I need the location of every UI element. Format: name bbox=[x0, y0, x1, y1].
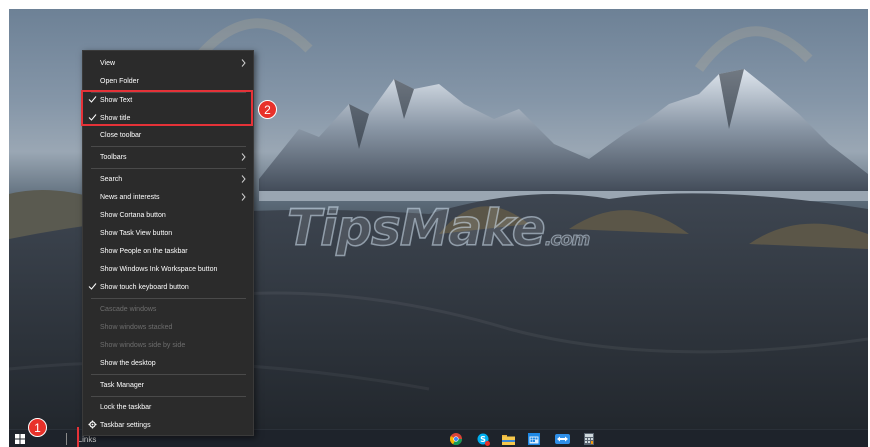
menu-item-show-cortana-button[interactable]: Show Cortana button bbox=[83, 206, 253, 224]
menu-item-search[interactable]: Search bbox=[83, 170, 253, 188]
watermark-logo: TipsMake.com bbox=[286, 198, 591, 258]
menu-item-lock-the-taskbar[interactable]: Lock the taskbar bbox=[83, 398, 253, 416]
menu-item-show-the-desktop[interactable]: Show the desktop bbox=[83, 354, 253, 372]
watermark-text: TipsMake bbox=[286, 198, 546, 258]
menu-separator bbox=[91, 396, 246, 397]
teamviewer-icon bbox=[554, 434, 570, 444]
menu-item-label: View bbox=[100, 59, 116, 67]
menu-item-label: Show windows side by side bbox=[100, 341, 186, 349]
menu-item-show-windows-ink[interactable]: Show Windows Ink Workspace button bbox=[83, 260, 253, 278]
gear-icon bbox=[88, 420, 97, 429]
start-button[interactable] bbox=[9, 430, 31, 447]
calendar-icon bbox=[528, 433, 540, 445]
calculator-icon bbox=[584, 433, 594, 445]
menu-item-show-task-view-button[interactable]: Show Task View button bbox=[83, 224, 253, 242]
menu-item-label: Taskbar settings bbox=[100, 421, 151, 429]
menu-item-show-touch-keyboard[interactable]: Show touch keyboard button bbox=[83, 278, 253, 296]
menu-item-news-and-interests[interactable]: News and interests bbox=[83, 188, 253, 206]
menu-item-label: Lock the taskbar bbox=[100, 403, 152, 411]
taskbar-app-calculator[interactable] bbox=[580, 430, 598, 447]
menu-item-label: Show Windows Ink Workspace button bbox=[100, 265, 218, 273]
taskbar-app-calendar[interactable] bbox=[525, 430, 543, 447]
file-explorer-icon bbox=[501, 434, 515, 445]
highlight-box-menu-items bbox=[81, 90, 253, 126]
menu-item-show-windows-stacked: Show windows stacked bbox=[83, 318, 253, 336]
menu-item-label: Show Cortana button bbox=[100, 211, 166, 219]
skype-icon: S bbox=[477, 433, 490, 446]
menu-item-label: Close toolbar bbox=[100, 131, 142, 139]
menu-item-open-folder[interactable]: Open Folder bbox=[83, 72, 253, 90]
menu-separator bbox=[91, 374, 246, 375]
taskbar-app-skype[interactable]: S bbox=[474, 430, 492, 447]
menu-item-taskbar-settings[interactable]: Taskbar settings bbox=[83, 416, 253, 434]
menu-item-label: Show Task View button bbox=[100, 229, 173, 237]
menu-item-label: Show touch keyboard button bbox=[100, 283, 189, 291]
chrome-icon bbox=[450, 433, 462, 445]
menu-item-label: Show windows stacked bbox=[100, 323, 173, 331]
step-badge-1: 1 bbox=[28, 418, 47, 437]
taskbar-app-teamviewer[interactable] bbox=[552, 430, 572, 447]
taskbar-app-file-explorer[interactable] bbox=[499, 430, 517, 447]
menu-item-label: Show the desktop bbox=[100, 359, 156, 367]
chevron-right-icon bbox=[241, 175, 246, 183]
menu-separator bbox=[91, 298, 246, 299]
windows-logo-icon bbox=[15, 434, 25, 444]
menu-item-view[interactable]: View bbox=[83, 54, 253, 72]
chevron-right-icon bbox=[241, 153, 246, 161]
menu-item-label: Task Manager bbox=[100, 381, 144, 389]
menu-item-close-toolbar[interactable]: Close toolbar bbox=[83, 126, 253, 144]
menu-item-task-manager[interactable]: Task Manager bbox=[83, 376, 253, 394]
menu-item-label: Open Folder bbox=[100, 77, 139, 85]
menu-item-show-people[interactable]: Show People on the taskbar bbox=[83, 242, 253, 260]
menu-item-label: Toolbars bbox=[100, 153, 127, 161]
menu-item-label: News and interests bbox=[100, 193, 160, 201]
highlight-box-links-toolbar bbox=[63, 427, 79, 447]
menu-separator bbox=[91, 146, 246, 147]
menu-item-show-windows-side-by-side: Show windows side by side bbox=[83, 336, 253, 354]
watermark-suffix: .com bbox=[544, 229, 591, 251]
step-badge-2: 2 bbox=[258, 100, 277, 119]
menu-item-cascade-windows: Cascade windows bbox=[83, 300, 253, 318]
menu-item-label: Cascade windows bbox=[100, 305, 157, 313]
chevron-right-icon bbox=[241, 193, 246, 201]
menu-item-toolbars[interactable]: Toolbars bbox=[83, 148, 253, 166]
checkmark-icon bbox=[88, 283, 97, 290]
menu-item-label: Show People on the taskbar bbox=[100, 247, 188, 255]
menu-item-label: Search bbox=[100, 175, 123, 183]
menu-separator bbox=[91, 168, 246, 169]
taskbar-app-chrome[interactable] bbox=[447, 430, 465, 447]
chevron-right-icon bbox=[241, 59, 246, 67]
